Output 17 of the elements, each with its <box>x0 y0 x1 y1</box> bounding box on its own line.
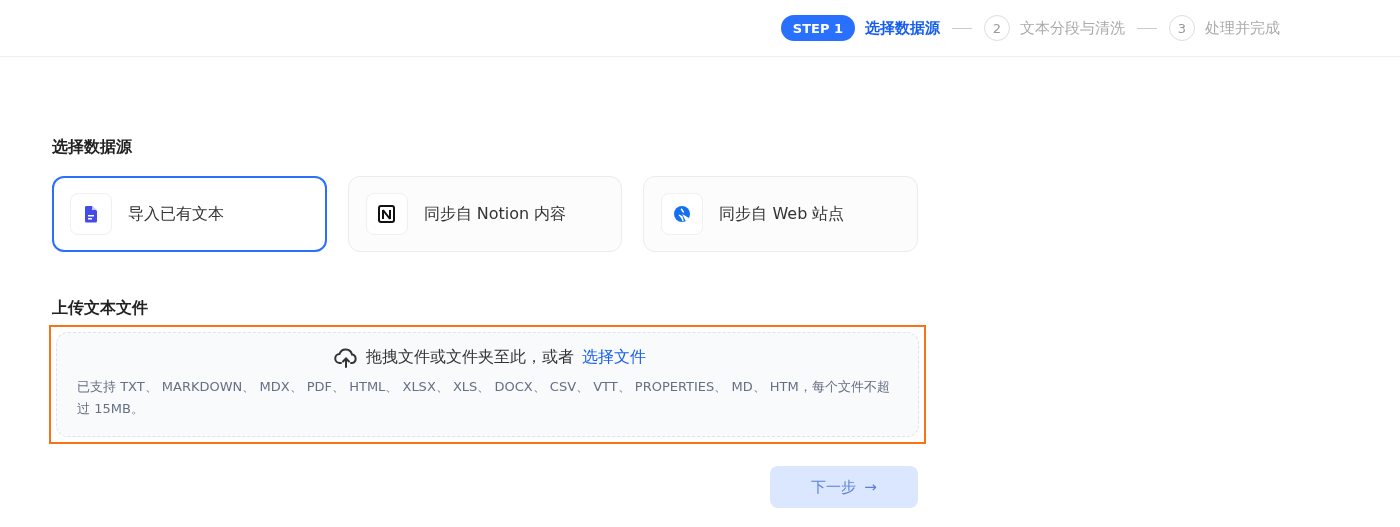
globe-icon <box>673 205 692 223</box>
step-label: 处理并完成 <box>1205 18 1280 38</box>
upload-dropzone[interactable]: 拖拽文件或文件夹至此，或者 选择文件 已支持 TXT、 MARKDOWN、 MDX、 PDF、 HTML、 XLSX、 XLS、 DOCX、 CSV、 VTT、 PROPERTIES、 MD、 HTM，每个文件不超过 15MB。 <box>56 332 919 437</box>
section-title: 选择数据源 <box>52 137 133 158</box>
cloud-upload-icon <box>333 347 358 368</box>
source-card[interactable]: 导入已有文本 <box>52 176 327 252</box>
supported-formats-text: 已支持 TXT、 MARKDOWN、 MDX、 PDF、 HTML、 XLSX、 XLS、 DOCX、 CSV、 VTT、 PROPERTIES、 MD、 HTM，每个文件不超过 15MB。 <box>77 378 891 418</box>
step-badge: STEP 1 <box>780 15 855 41</box>
step-label: 选择数据源 <box>865 18 940 38</box>
upload-prompt: 拖拽文件或文件夹至此，或者 <box>365 347 574 368</box>
section-title: 上传文本文件 <box>52 298 149 319</box>
document-icon <box>83 205 99 223</box>
source-card[interactable]: 同步自 Web 站点 <box>643 176 918 252</box>
notion-icon <box>376 204 397 224</box>
step-label: 文本分段与清洗 <box>1020 18 1125 38</box>
choose-file-link[interactable]: 选择文件 <box>581 347 646 368</box>
source-card[interactable]: 同步自 Notion 内容 <box>347 176 623 252</box>
